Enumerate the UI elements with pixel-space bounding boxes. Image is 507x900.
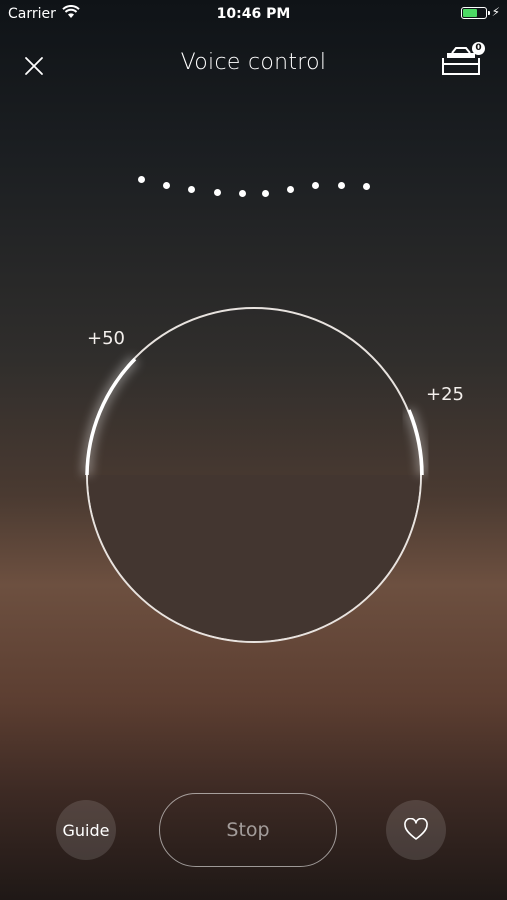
voice-dot — [214, 189, 221, 196]
heart-icon — [404, 818, 428, 840]
guide-button[interactable]: Guide — [56, 800, 116, 860]
voice-activity-indicator — [0, 0, 507, 230]
favorite-button[interactable] — [386, 800, 446, 860]
voice-dot — [188, 186, 195, 193]
right-mark-label: +25 — [426, 384, 464, 405]
stop-label: Stop — [226, 819, 270, 841]
voice-dot — [312, 182, 319, 189]
voice-dot — [262, 190, 269, 197]
voice-dot — [138, 176, 145, 183]
left-mark-label: +50 — [87, 328, 125, 349]
voice-dot — [287, 186, 294, 193]
stop-button[interactable]: Stop — [159, 793, 337, 867]
guide-label: Guide — [62, 820, 110, 840]
voice-dot — [163, 182, 170, 189]
voice-dot — [239, 190, 246, 197]
voice-dot — [338, 182, 345, 189]
dial-markers — [82, 355, 428, 476]
voice-dot — [363, 183, 370, 190]
